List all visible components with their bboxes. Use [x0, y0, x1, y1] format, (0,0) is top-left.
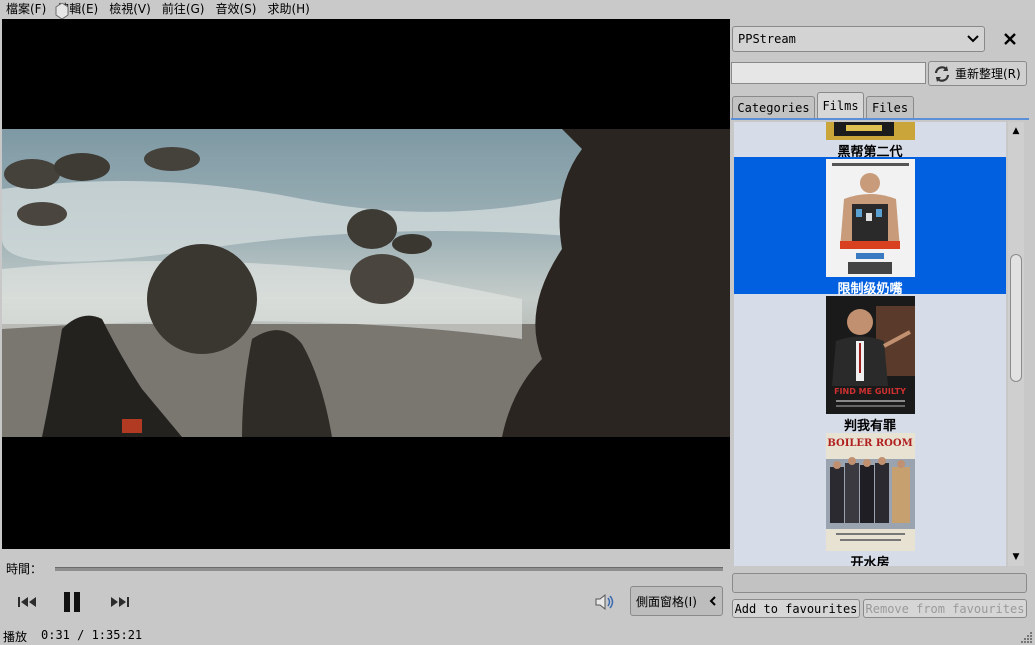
volume-button[interactable] — [592, 588, 618, 616]
remove-from-favourites-button[interactable]: Remove from favourites — [863, 599, 1027, 618]
films-scrollbar[interactable]: ▲ ▼ — [1008, 122, 1024, 566]
scroll-up-icon[interactable]: ▲ — [1008, 123, 1024, 139]
tab-files[interactable]: Files — [866, 96, 914, 118]
resize-grip-icon[interactable] — [1021, 631, 1033, 643]
previous-button[interactable] — [14, 588, 42, 616]
tab-underline — [731, 118, 1029, 120]
chevron-left-icon — [709, 596, 716, 606]
menubar: 檔案(F) 編輯(E) 檢視(V) 前往(G) 音效(S) 求助(H) — [0, 0, 1035, 19]
refresh-button[interactable]: 重新整理(R) — [928, 61, 1027, 86]
list-item[interactable]: FIND ME GUILTY 判我有罪 — [734, 295, 1006, 434]
list-item[interactable]: BOILER ROOM 开水房 — [734, 432, 1006, 566]
tab-films[interactable]: Films — [817, 92, 864, 119]
scroll-down-icon[interactable]: ▼ — [1008, 549, 1024, 565]
status-time: 0:31 / 1:35:21 — [41, 628, 143, 642]
pause-button[interactable] — [58, 588, 86, 616]
poster-thumbnail — [826, 159, 915, 277]
skip-back-icon — [18, 597, 36, 607]
source-select[interactable]: PPStream — [732, 26, 985, 52]
time-label: 時間： — [6, 562, 43, 576]
list-item-selected[interactable]: 限制级奶嘴 — [734, 157, 1006, 297]
close-sidebar-button[interactable] — [998, 28, 1022, 50]
video-frame — [2, 129, 730, 437]
refresh-icon — [934, 65, 950, 82]
chevron-down-icon — [967, 35, 979, 43]
side-pane-label: 側面窗格(I) — [636, 594, 697, 609]
menu-sound[interactable]: 音效(S) — [209, 0, 261, 19]
menu-help[interactable]: 求助(H) — [261, 0, 314, 19]
list-item[interactable]: 黑帮第二代 — [734, 122, 1006, 160]
seek-bar[interactable] — [55, 567, 723, 571]
seek-thumb[interactable] — [54, 3, 70, 19]
sidebar-progress-bar — [732, 573, 1027, 593]
poster-title-text: BOILER ROOM — [827, 438, 912, 449]
search-input[interactable] — [731, 62, 926, 84]
poster-thumbnail: BOILER ROOM — [826, 433, 915, 551]
poster-title-text: FIND ME GUILTY — [834, 387, 906, 396]
poster-thumbnail: FIND ME GUILTY — [826, 296, 915, 414]
poster-thumbnail — [826, 122, 915, 140]
menu-file[interactable]: 檔案(F) — [0, 0, 51, 19]
film-title: 开水房 — [850, 556, 890, 566]
pause-icon — [64, 592, 80, 612]
tab-categories[interactable]: Categories — [732, 96, 815, 118]
next-button[interactable] — [105, 588, 133, 616]
speaker-icon — [595, 593, 614, 611]
menu-go[interactable]: 前往(G) — [156, 0, 210, 19]
video-display[interactable] — [2, 19, 730, 549]
add-to-favourites-button[interactable]: Add to favourites — [732, 599, 860, 618]
side-pane-toggle-button[interactable]: 側面窗格(I) — [630, 586, 723, 616]
refresh-label: 重新整理(R) — [955, 67, 1021, 81]
menu-view[interactable]: 檢視(V) — [103, 0, 156, 19]
status-state: 播放 — [3, 630, 28, 644]
close-icon — [1004, 33, 1016, 45]
skip-forward-icon — [111, 597, 129, 607]
source-select-value: PPStream — [738, 32, 796, 46]
seek-row: 時間： — [0, 555, 730, 581]
status-bar: 播放 0:31 / 1:35:21 — [0, 626, 1035, 645]
films-list[interactable]: 黑帮第二代 限制级奶嘴 FIND ME GUILTY 判我有罪 BOILER R… — [734, 122, 1006, 566]
scrollbar-thumb[interactable] — [1010, 254, 1022, 382]
